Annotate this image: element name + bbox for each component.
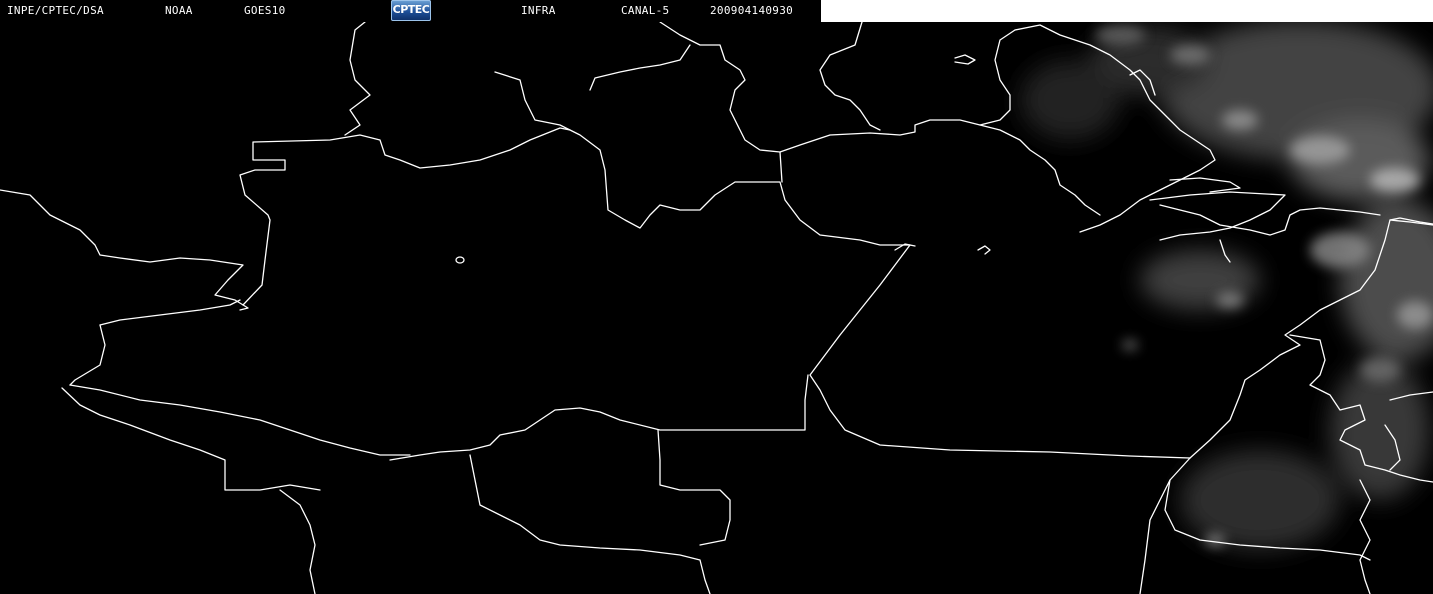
- cloud-cell: [1397, 301, 1433, 329]
- cloud-mass: [1020, 60, 1120, 140]
- cloud-cell: [1290, 136, 1350, 164]
- satellite-image-viewport: INPE/CPTEC/DSA NOAA GOES10 CPTEC INFRA C…: [0, 0, 1433, 594]
- cptec-logo-text: CPTEC: [392, 3, 430, 16]
- cloud-cell: [1170, 45, 1210, 65]
- header-white-strip: [821, 0, 1433, 22]
- agency-label: NOAA: [165, 4, 193, 17]
- timestamp-label: 200904140930: [710, 4, 794, 17]
- cloud-cell: [1216, 292, 1244, 308]
- cloud-cell: [1370, 168, 1420, 192]
- cloud-cell: [1310, 232, 1370, 268]
- cloud-cell: [1222, 110, 1258, 130]
- satellite-label: GOES10: [244, 4, 286, 17]
- channel-label: CANAL-5: [621, 4, 670, 17]
- cloud-cell: [1205, 534, 1225, 546]
- cloud-mass: [1180, 450, 1340, 550]
- cloud-cell: [1095, 25, 1145, 45]
- satellite-map: [0, 0, 1433, 594]
- institution-label: INPE/CPTEC/DSA: [7, 4, 104, 17]
- image-header: INPE/CPTEC/DSA NOAA GOES10 CPTEC INFRA C…: [0, 0, 1433, 22]
- cptec-logo: CPTEC: [391, 0, 431, 21]
- cloud-cell: [1122, 340, 1138, 350]
- product-label: INFRA: [521, 4, 556, 17]
- cloud-cell: [1360, 358, 1400, 382]
